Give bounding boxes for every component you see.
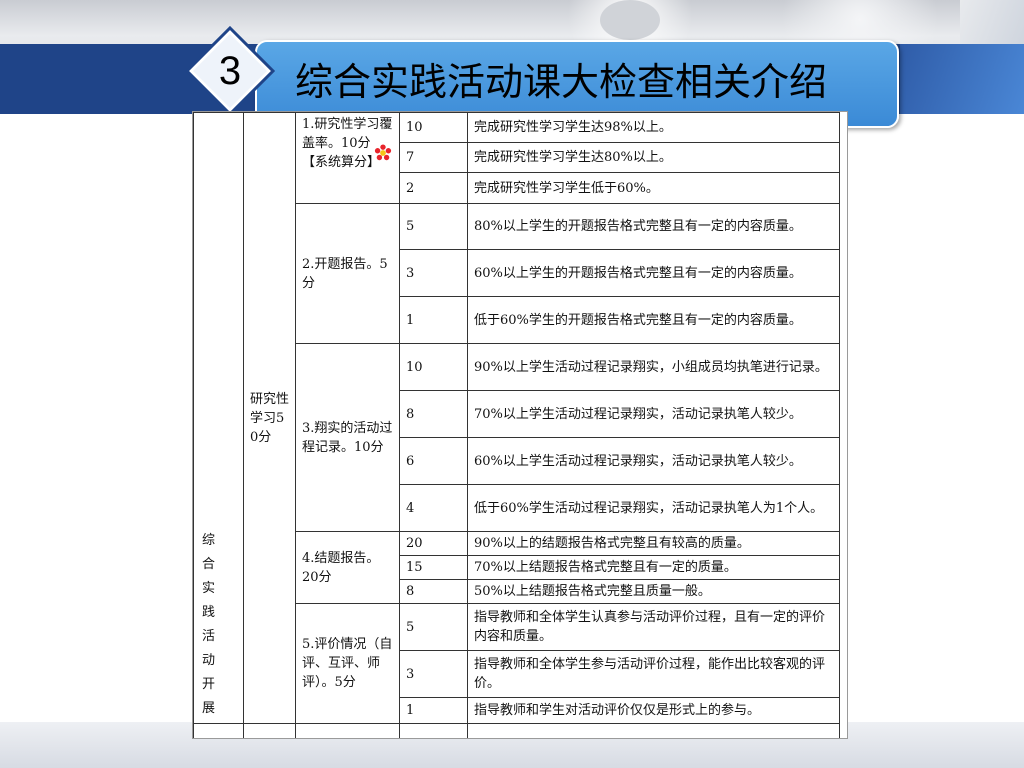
category-char: 展 [202, 701, 216, 716]
score-cell: 15 [399, 555, 468, 580]
criteria-cell: 60%以上学生活动过程记录翔实，活动记录执笔人较少。 [467, 437, 840, 485]
criteria-cell: 90%以上学生活动过程记录翔实，小组成员均执笔进行记录。 [467, 343, 840, 391]
subcategory-label: 研究性学习50分 [250, 391, 290, 445]
table-row [193, 723, 840, 738]
scoring-table: 综 合 实 践 活 动 开 展 研究性学习50分 1.研究性学习覆盖率。10分【… [193, 112, 840, 738]
evaluation-table: 综 合 实 践 活 动 开 展 研究性学习50分 1.研究性学习覆盖率。10分【… [192, 111, 848, 739]
criteria-cell: 低于60%学生活动过程记录翔实，活动记录执笔人为1个人。 [467, 484, 840, 532]
item-label: 4.结题报告。20分 [302, 550, 380, 585]
criteria-cell: 60%以上学生的开题报告格式完整且有一定的内容质量。 [467, 249, 840, 297]
category-char: 动 [202, 653, 216, 668]
criteria-cell: 70%以上结题报告格式完整且有一定的质量。 [467, 555, 840, 580]
category-char: 实 [202, 581, 216, 596]
score-cell: 10 [399, 112, 468, 143]
score-cell: 10 [399, 343, 468, 391]
criteria-cell: 完成研究性学习学生达80%以上。 [467, 142, 840, 173]
score-cell: 2 [399, 172, 468, 204]
score-cell: 1 [399, 296, 468, 344]
empty-cell [467, 723, 840, 738]
item-label: 5.评价情况（自评、互评、师评）。5分 [302, 637, 393, 690]
category-char: 开 [202, 677, 216, 692]
score-cell: 5 [399, 203, 468, 250]
empty-cell [295, 723, 400, 738]
score-cell: 20 [399, 531, 468, 556]
criteria-cell: 80%以上学生的开题报告格式完整且有一定的内容质量。 [467, 203, 840, 250]
title-band-tail [960, 0, 1024, 44]
criteria-cell: 指导教师和全体学生认真参与活动评价过程，且有一定的评价内容和质量。 [467, 603, 840, 651]
item-label: 2.开题报告。5分 [302, 256, 388, 291]
background-highlight [600, 0, 660, 40]
criteria-cell: 指导教师和全体学生参与活动评价过程，能作出比较客观的评价。 [467, 650, 840, 698]
score-cell: 6 [399, 437, 468, 485]
criteria-cell: 指导教师和学生对活动评价仅仅是形式上的参与。 [467, 697, 840, 724]
item-label-cell: 2.开题报告。5分 [295, 203, 400, 344]
item-label-cell: 5.评价情况（自评、互评、师评）。5分 [295, 603, 400, 724]
score-cell: 7 [399, 142, 468, 173]
category-char: 践 [202, 605, 216, 620]
category-char: 合 [202, 557, 216, 572]
score-cell: 8 [399, 579, 468, 604]
score-cell: 8 [399, 390, 468, 438]
title-band-right [900, 44, 1024, 114]
category-char: 活 [202, 629, 216, 644]
category-cell: 综 合 实 践 活 动 开 展 [193, 112, 244, 724]
item-label: 3.翔实的活动过程记录。10分 [302, 420, 393, 455]
score-cell: 3 [399, 650, 468, 698]
score-cell: 3 [399, 249, 468, 297]
score-cell: 4 [399, 484, 468, 532]
flower-icon [374, 144, 392, 161]
empty-cell [243, 723, 296, 738]
criteria-cell: 70%以上学生活动过程记录翔实，活动记录执笔人较少。 [467, 390, 840, 438]
item-label-cell: 3.翔实的活动过程记录。10分 [295, 343, 400, 532]
table-row: 综 合 实 践 活 动 开 展 研究性学习50分 1.研究性学习覆盖率。10分【… [193, 112, 840, 724]
score-cell: 1 [399, 697, 468, 724]
subcategory-cell: 研究性学习50分 [243, 112, 296, 724]
criteria-cell: 低于60%学生的开题报告格式完整且有一定的内容质量。 [467, 296, 840, 344]
empty-cell [193, 723, 244, 738]
empty-cell [399, 723, 468, 738]
section-number: 3 [218, 49, 242, 93]
score-cell: 5 [399, 603, 468, 651]
slide-title: 综合实践活动课大检查相关介绍 [295, 60, 828, 104]
item-label-cell: 4.结题报告。20分 [295, 531, 400, 604]
criteria-cell: 完成研究性学习学生低于60%。 [467, 172, 840, 204]
criteria-cell: 50%以上结题报告格式完整且质量一般。 [467, 579, 840, 604]
category-char: 综 [202, 533, 216, 548]
criteria-cell: 完成研究性学习学生达98%以上。 [467, 112, 840, 143]
criteria-cell: 90%以上的结题报告格式完整且有较高的质量。 [467, 531, 840, 556]
